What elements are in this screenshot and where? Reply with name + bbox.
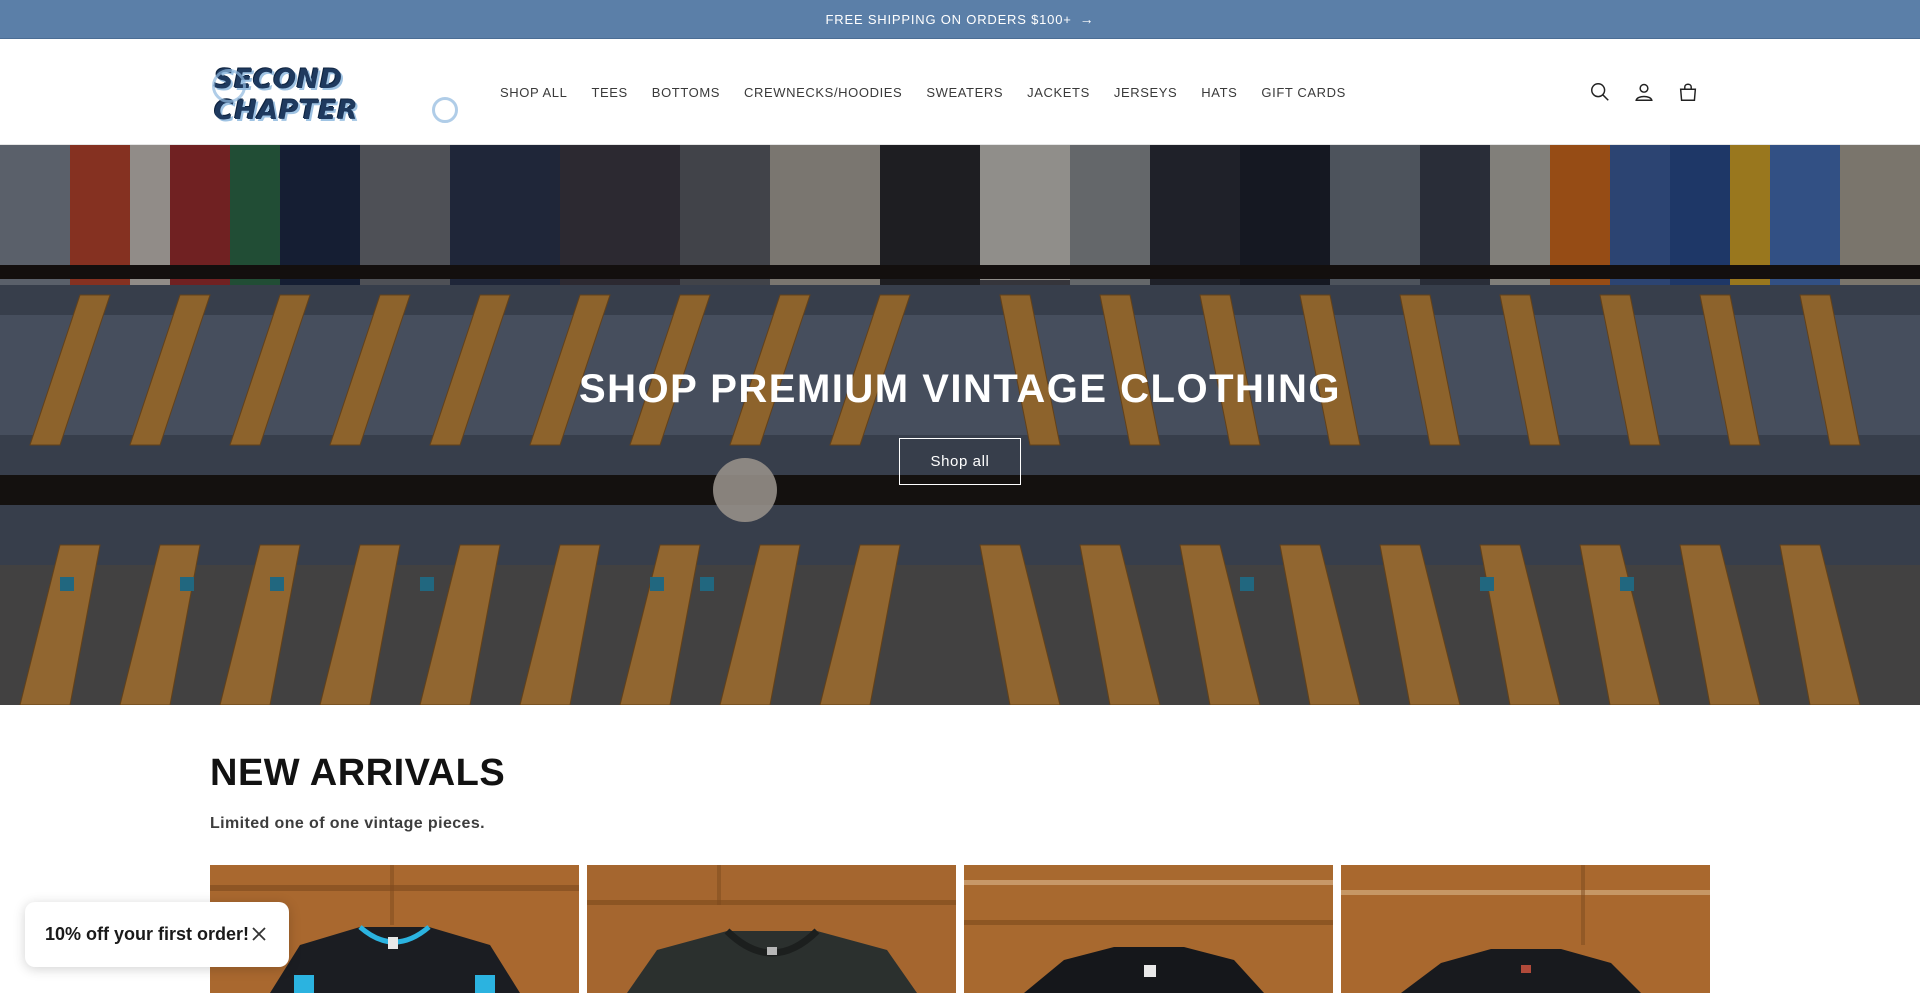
product-card[interactable] <box>1341 865 1710 993</box>
product-image <box>964 865 1333 993</box>
main-nav: SHOP ALL TEES BOTTOMS CREWNECKS/HOODIES … <box>488 39 1358 145</box>
nav-item-sweaters[interactable]: SWEATERS <box>914 85 1015 100</box>
product-card[interactable] <box>587 865 956 993</box>
discount-popup-text[interactable]: 10% off your first order! <box>45 924 249 945</box>
cart-icon <box>1679 83 1697 101</box>
product-grid <box>210 865 1710 993</box>
header-icons <box>1586 39 1702 145</box>
cart-button[interactable] <box>1674 78 1702 106</box>
announcement-bar[interactable]: FREE SHIPPING ON ORDERS $100+ → <box>0 0 1920 39</box>
site-header: SECOND CHAPTER SHOP ALL TEES BOTTOMS CRE… <box>0 39 1920 145</box>
nav-item-hats[interactable]: HATS <box>1189 85 1249 100</box>
nav-item-bottoms[interactable]: BOTTOMS <box>640 85 732 100</box>
nav-item-jackets[interactable]: JACKETS <box>1015 85 1102 100</box>
nav-item-gift-cards[interactable]: GIFT CARDS <box>1249 85 1358 100</box>
logo-swirl-decoration <box>212 69 246 103</box>
new-arrivals-title: NEW ARRIVALS <box>210 752 506 794</box>
search-icon <box>1591 83 1609 101</box>
nav-item-shop-all[interactable]: SHOP ALL <box>488 85 579 100</box>
close-icon <box>252 927 266 941</box>
discount-popup[interactable]: 10% off your first order! <box>25 902 289 967</box>
nav-item-crewnecks-hoodies[interactable]: CREWNECKS/HOODIES <box>732 85 914 100</box>
new-arrivals-subtitle: Limited one of one vintage pieces. <box>210 815 485 832</box>
hero-title: SHOP PREMIUM VINTAGE CLOTHING <box>578 367 1342 411</box>
shop-all-button[interactable]: Shop all <box>899 438 1021 485</box>
logo-swirl-decoration-2 <box>432 97 458 123</box>
product-card[interactable] <box>964 865 1333 993</box>
announcement-text[interactable]: FREE SHIPPING ON ORDERS $100+ <box>826 12 1072 27</box>
arrow-right-icon: → <box>1079 11 1095 27</box>
site-logo[interactable]: SECOND CHAPTER <box>212 64 458 126</box>
hero-overlay <box>0 145 1920 705</box>
product-image <box>1341 865 1710 993</box>
product-image <box>587 865 956 993</box>
close-popup-button[interactable] <box>249 924 269 944</box>
nav-item-tees[interactable]: TEES <box>579 85 639 100</box>
hero-banner: SHOP PREMIUM VINTAGE CLOTHING Shop all <box>0 145 1920 705</box>
account-button[interactable] <box>1630 78 1658 106</box>
nav-item-jerseys[interactable]: JERSEYS <box>1102 85 1189 100</box>
logo-text: SECOND CHAPTER <box>214 64 359 126</box>
search-button[interactable] <box>1586 78 1614 106</box>
account-icon <box>1635 83 1653 101</box>
